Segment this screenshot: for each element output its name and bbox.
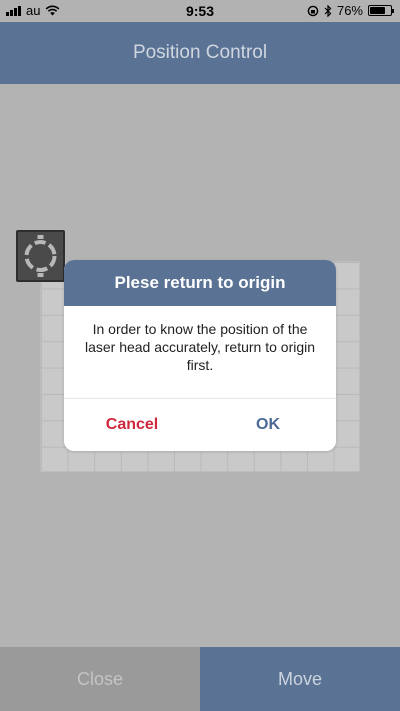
ok-button[interactable]: OK xyxy=(200,399,336,451)
status-bar: au 9:53 76% xyxy=(0,0,400,22)
dialog-actions: Cancel OK xyxy=(64,399,336,451)
page-title: Position Control xyxy=(132,42,268,63)
cancel-button[interactable]: Cancel xyxy=(64,399,200,451)
battery-fill xyxy=(370,7,386,14)
close-button[interactable]: Close xyxy=(0,647,200,711)
return-origin-dialog: Plese return to origin In order to know … xyxy=(64,260,336,451)
bottom-bar: Close Move xyxy=(0,647,400,711)
battery-percent: 76% xyxy=(336,3,363,18)
nav-bar: Position Control xyxy=(0,22,400,84)
laser-head-icon[interactable] xyxy=(16,230,65,282)
move-button[interactable]: Move xyxy=(200,647,400,711)
bluetooth-icon xyxy=(324,4,332,17)
status-right: 76% xyxy=(307,3,394,18)
battery-icon xyxy=(368,5,394,16)
orientation-lock-icon xyxy=(307,5,319,16)
dialog-title: Plese return to origin xyxy=(64,260,336,306)
dialog-message: In order to know the position of the las… xyxy=(84,321,316,373)
